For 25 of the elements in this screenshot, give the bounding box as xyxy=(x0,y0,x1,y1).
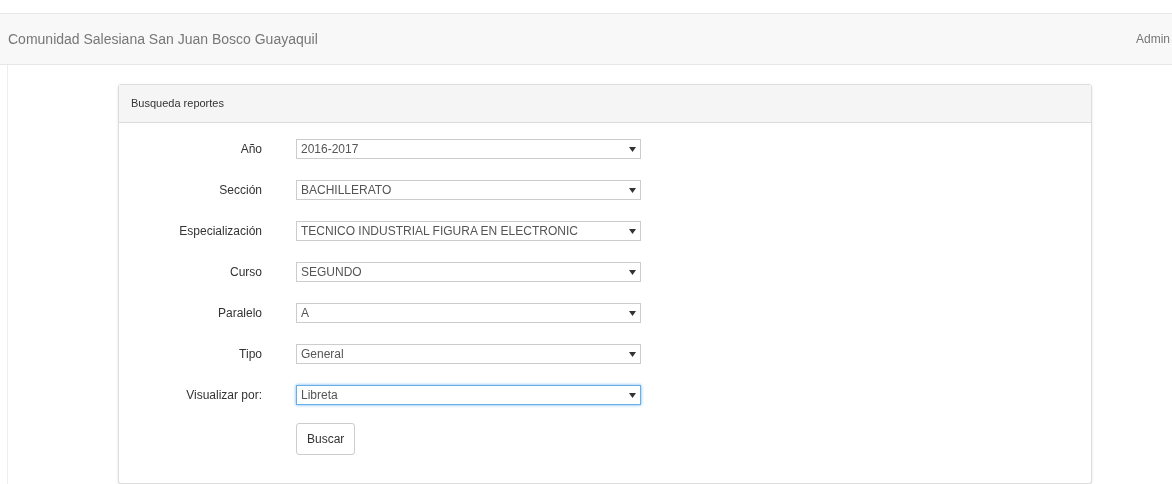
dropdown-select[interactable]: A xyxy=(296,303,641,323)
dropdown-select[interactable]: SEGUNDO xyxy=(296,262,641,282)
dropdown-select[interactable]: BACHILLERATO xyxy=(296,180,641,200)
caret-icon xyxy=(629,310,636,316)
caret-icon xyxy=(629,392,636,398)
search-button[interactable]: Buscar xyxy=(296,423,356,455)
caret-icon xyxy=(629,187,636,193)
dropdown-select[interactable]: Libreta xyxy=(296,385,641,405)
field-label: Curso xyxy=(229,264,262,281)
field-label: Visualizar por: xyxy=(185,387,262,404)
field-label: Tipo xyxy=(238,346,262,363)
dropdown-select[interactable]: 2016-2017 xyxy=(296,139,641,159)
panel-title: Busqueda reportes xyxy=(119,85,1091,123)
field-label: Especialización xyxy=(178,223,262,240)
dropdown-select[interactable]: General xyxy=(296,344,641,364)
field-label: Sección xyxy=(218,182,262,199)
caret-icon xyxy=(629,146,636,152)
field-label: Año xyxy=(239,141,262,158)
caret-icon xyxy=(629,351,636,357)
caret-icon xyxy=(629,269,636,275)
dropdown-select[interactable]: TECNICO INDUSTRIAL FIGURA EN ELECTRONIC xyxy=(296,221,641,241)
caret-icon xyxy=(629,228,636,234)
field-label: Paralelo xyxy=(216,305,262,322)
brand-title[interactable]: Comunidad Salesiana San Juan Bosco Guayaquil xyxy=(8,28,318,50)
user-menu[interactable]: Admin xyxy=(1136,30,1172,48)
